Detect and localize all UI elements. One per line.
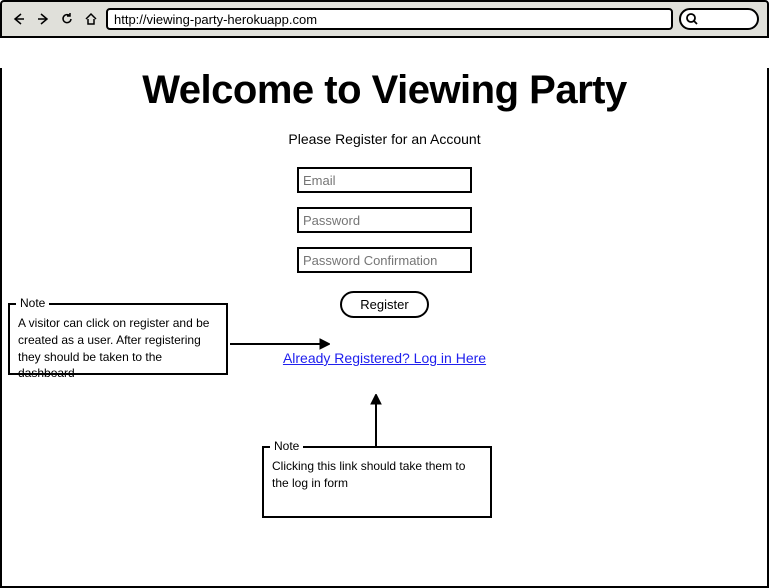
back-icon[interactable] (10, 10, 28, 28)
browser-viewport: Welcome to Viewing Party Please Register… (0, 68, 769, 588)
email-field[interactable] (297, 167, 472, 193)
note-legend: Note (270, 438, 303, 455)
refresh-icon[interactable] (58, 10, 76, 28)
note-legend: Note (16, 295, 49, 312)
annotation-note-login: Note Clicking this link should take them… (262, 446, 492, 518)
browser-toolbar: http://viewing-party-herokuapp.com (0, 0, 769, 38)
home-icon[interactable] (82, 10, 100, 28)
note-text: Clicking this link should take them to t… (272, 459, 465, 490)
search-box[interactable] (679, 8, 759, 30)
url-text: http://viewing-party-herokuapp.com (114, 12, 317, 27)
login-link[interactable]: Already Registered? Log in Here (283, 350, 486, 366)
page-title: Welcome to Viewing Party (2, 68, 767, 113)
arrow-icon (230, 338, 330, 350)
password-confirmation-field[interactable] (297, 247, 472, 273)
password-field[interactable] (297, 207, 472, 233)
search-icon (685, 12, 699, 26)
forward-icon[interactable] (34, 10, 52, 28)
note-text: A visitor can click on register and be c… (18, 316, 209, 380)
annotation-note-register: Note A visitor can click on register and… (8, 303, 228, 375)
register-button[interactable]: Register (340, 291, 428, 318)
arrow-icon (370, 394, 382, 446)
address-bar[interactable]: http://viewing-party-herokuapp.com (106, 8, 673, 30)
page-subtitle: Please Register for an Account (2, 131, 767, 147)
